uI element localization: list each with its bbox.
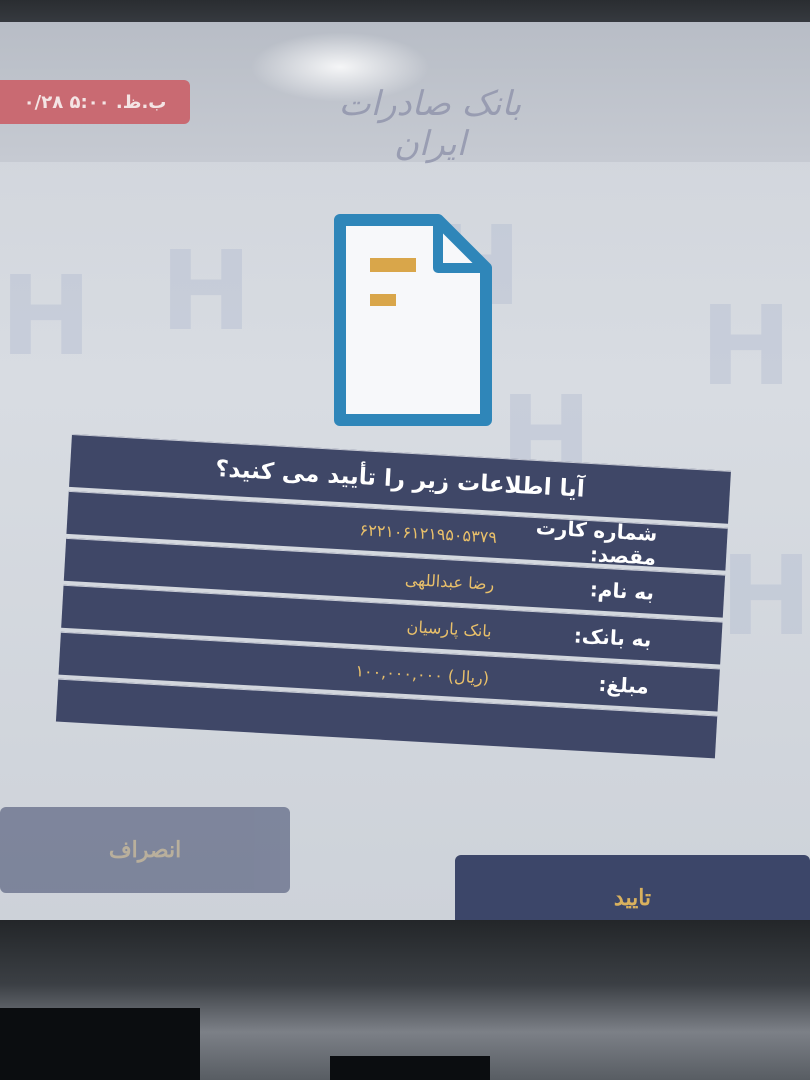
bank-logo-watermark: H [0,252,93,380]
bank-logo-text: بانک صادرات ایران [338,84,522,164]
document-icon [334,214,492,426]
card-number-value: ۶۲۲۱۰۶۱۲۱۹۵۰۵۳۷۹ [359,519,498,547]
receipt-slot [330,1056,490,1080]
cancel-button[interactable]: انصراف [0,807,290,893]
amount-value: (ریال) ۱۰۰,۰۰۰,۰۰۰ [354,660,490,688]
card-slot [0,1008,200,1080]
bank-logo-watermark: H [700,282,793,410]
bank-logo-watermark: H [720,532,810,660]
bank-value: بانک پارسیان [406,616,493,641]
name-value: رضا عبداللهی [404,569,495,594]
confirmation-panel: آیا اطلاعات زیر را تأیید می کنید؟ شماره … [55,434,731,762]
name-label: به نام: [589,577,655,605]
atm-screen: ب.ظ. ۵:۰۰ ۰/۲۸ بانک صادرات ایران H H H H… [0,22,810,922]
bank-logo-watermark: H [160,227,253,355]
atm-bottom-bezel [0,920,810,1080]
datetime-badge: ب.ظ. ۵:۰۰ ۰/۲۸ [0,80,190,124]
amount-label: مبلغ: [597,671,650,699]
confirm-button[interactable]: تایید [455,855,810,922]
bank-label: به بانک: [573,623,653,652]
